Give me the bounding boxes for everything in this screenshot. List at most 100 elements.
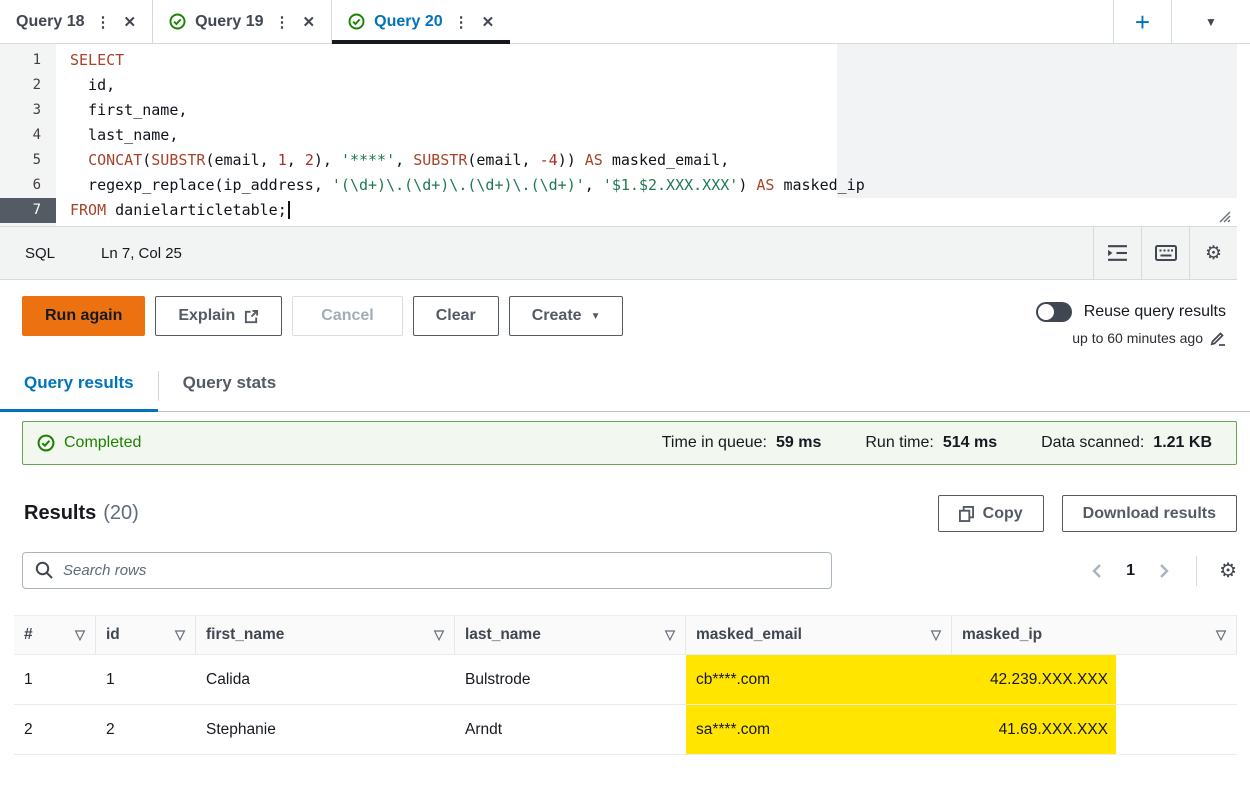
close-icon[interactable]: ✕ — [480, 13, 497, 31]
table-cell: cb****.com — [686, 655, 952, 704]
editor-settings-gear-icon[interactable]: ⚙ — [1189, 227, 1237, 279]
copy-button[interactable]: Copy — [938, 495, 1044, 532]
pagination: 1 ⚙ — [1087, 556, 1237, 586]
edit-pencil-icon[interactable] — [1210, 330, 1226, 346]
column-header-last_name: last_name ▽ — [455, 616, 686, 654]
editor-status-bar: SQL Ln 7, Col 25 ⚙ — [0, 226, 1237, 280]
kebab-menu-icon[interactable]: ⋮ — [273, 13, 292, 31]
new-query-tab-button[interactable]: + — [1114, 0, 1171, 43]
reuse-results-toggle[interactable] — [1036, 302, 1072, 322]
kebab-menu-icon[interactable]: ⋮ — [93, 13, 112, 31]
results-count: (20) — [103, 502, 139, 525]
results-title: Results — [24, 502, 96, 525]
tabbar-spacer — [510, 0, 1113, 43]
results-tab-strip: Query results Query stats — [0, 360, 1250, 412]
code-text: id, — [56, 73, 115, 98]
explain-label: Explain — [178, 307, 235, 325]
metric-data-scanned: Data scanned: 1.21 KB — [1041, 434, 1212, 452]
code-text: regexp_replace(ip_address, '(\d+)\.(\d+)… — [56, 173, 865, 198]
line-number: 5 — [0, 148, 56, 173]
clear-button[interactable]: Clear — [413, 296, 499, 336]
table-cell: 42.239.XXX.XXX — [952, 655, 1237, 704]
format-query-button[interactable] — [1093, 227, 1141, 279]
results-header: Results (20) Copy Download results — [0, 465, 1250, 532]
tab-query-19[interactable]: Query 19 ⋮ ✕ — [153, 0, 331, 43]
results-controls-row: 1 ⚙ — [0, 532, 1250, 589]
table-cell: sa****.com — [686, 705, 952, 754]
table-cell: Bulstrode — [455, 655, 686, 704]
metric-time-in-queue: Time in queue: 59 ms — [662, 434, 822, 452]
code-line[interactable]: 4 last_name, — [0, 123, 1237, 148]
caret-down-icon: ▼ — [591, 311, 601, 322]
line-number: 3 — [0, 98, 56, 123]
tab-query-stats[interactable]: Query stats — [159, 373, 301, 411]
copy-label: Copy — [983, 505, 1023, 523]
line-number: 7 — [0, 198, 56, 223]
cursor-position: Ln 7, Col 25 — [101, 245, 182, 262]
success-check-icon — [169, 13, 186, 30]
column-label: # — [24, 626, 33, 644]
tab-label: Query 18 — [16, 13, 84, 31]
column-label: first_name — [206, 626, 284, 644]
code-line[interactable]: 5 CONCAT(SUBSTR(email, 1, 2), '****', SU… — [0, 148, 1237, 173]
tab-query-18[interactable]: Query 18 ⋮ ✕ — [0, 0, 152, 43]
code-text: last_name, — [56, 123, 178, 148]
athena-query-editor: Query 18 ⋮ ✕ Query 19 ⋮ ✕ Query 20 ⋮ ✕ +… — [0, 0, 1250, 787]
code-line[interactable]: 2 id, — [0, 73, 1237, 98]
copy-icon — [959, 506, 974, 522]
pager-divider — [1196, 556, 1197, 586]
column-filter-icon[interactable]: ▽ — [1216, 627, 1226, 643]
column-header-masked_email: masked_email ▽ — [686, 616, 952, 654]
resize-grip-icon[interactable] — [1217, 210, 1232, 223]
code-line[interactable]: 3 first_name, — [0, 98, 1237, 123]
tab-label: Query 20 — [374, 13, 442, 31]
create-dropdown-button[interactable]: Create ▼ — [509, 296, 624, 336]
code-line[interactable]: 7FROM danielarticletable; — [0, 198, 1237, 223]
code-text: SELECT — [56, 48, 124, 73]
close-icon[interactable]: ✕ — [121, 13, 138, 31]
table-cell: 1 — [14, 655, 96, 704]
status-text: Completed — [64, 434, 141, 452]
tab-list-dropdown-button[interactable]: ▼ — [1172, 0, 1250, 43]
next-page-button[interactable] — [1155, 559, 1174, 583]
external-link-icon — [244, 309, 259, 324]
reuse-window-text: up to 60 minutes ago — [1072, 330, 1203, 346]
column-filter-icon[interactable]: ▽ — [175, 627, 185, 643]
column-label: masked_ip — [962, 626, 1042, 644]
current-page-number[interactable]: 1 — [1120, 562, 1141, 580]
success-check-icon — [348, 13, 365, 30]
run-again-button[interactable]: Run again — [22, 296, 145, 336]
search-rows-input[interactable] — [22, 552, 832, 589]
table-cell: Calida — [196, 655, 455, 704]
column-label: masked_email — [696, 626, 802, 644]
previous-page-button[interactable] — [1087, 559, 1106, 583]
code-line[interactable]: 6 regexp_replace(ip_address, '(\d+)\.(\d… — [0, 173, 1237, 198]
column-filter-icon[interactable]: ▽ — [434, 627, 444, 643]
column-filter-icon[interactable]: ▽ — [75, 627, 85, 643]
column-filter-icon[interactable]: ▽ — [931, 627, 941, 643]
kebab-menu-icon[interactable]: ⋮ — [452, 13, 471, 31]
column-header-first_name: first_name ▽ — [196, 616, 455, 654]
reuse-results-block: Reuse query results up to 60 minutes ago — [1036, 296, 1226, 346]
column-label: last_name — [465, 626, 541, 644]
code-line[interactable]: 1SELECT — [0, 48, 1237, 73]
close-icon[interactable]: ✕ — [301, 13, 318, 31]
download-results-button[interactable]: Download results — [1062, 495, 1237, 532]
sql-editor[interactable]: 1SELECT2 id,3 first_name,4 last_name,5 C… — [0, 44, 1237, 226]
toggle-knob — [1038, 304, 1054, 320]
column-filter-icon[interactable]: ▽ — [665, 627, 675, 643]
table-cell: Stephanie — [196, 705, 455, 754]
keyboard-shortcuts-button[interactable] — [1141, 227, 1189, 279]
tab-query-results[interactable]: Query results — [0, 373, 158, 411]
query-status-banner: Completed Time in queue: 59 ms Run time:… — [22, 421, 1237, 465]
code-lines: 1SELECT2 id,3 first_name,4 last_name,5 C… — [0, 48, 1237, 223]
search-icon — [34, 560, 54, 580]
cancel-button[interactable]: Cancel — [292, 296, 402, 336]
tab-query-20[interactable]: Query 20 ⋮ ✕ — [332, 0, 510, 43]
code-text: CONCAT(SUBSTR(email, 1, 2), '****', SUBS… — [56, 148, 729, 173]
explain-button[interactable]: Explain — [155, 296, 282, 336]
table-cell: 1 — [96, 655, 196, 704]
table-row: 22StephanieArndtsa****.com41.69.XXX.XXX — [14, 705, 1237, 755]
query-actions-toolbar: Run again Explain Cancel Clear Create ▼ … — [0, 280, 1250, 360]
table-preferences-gear-icon[interactable]: ⚙ — [1219, 558, 1237, 583]
